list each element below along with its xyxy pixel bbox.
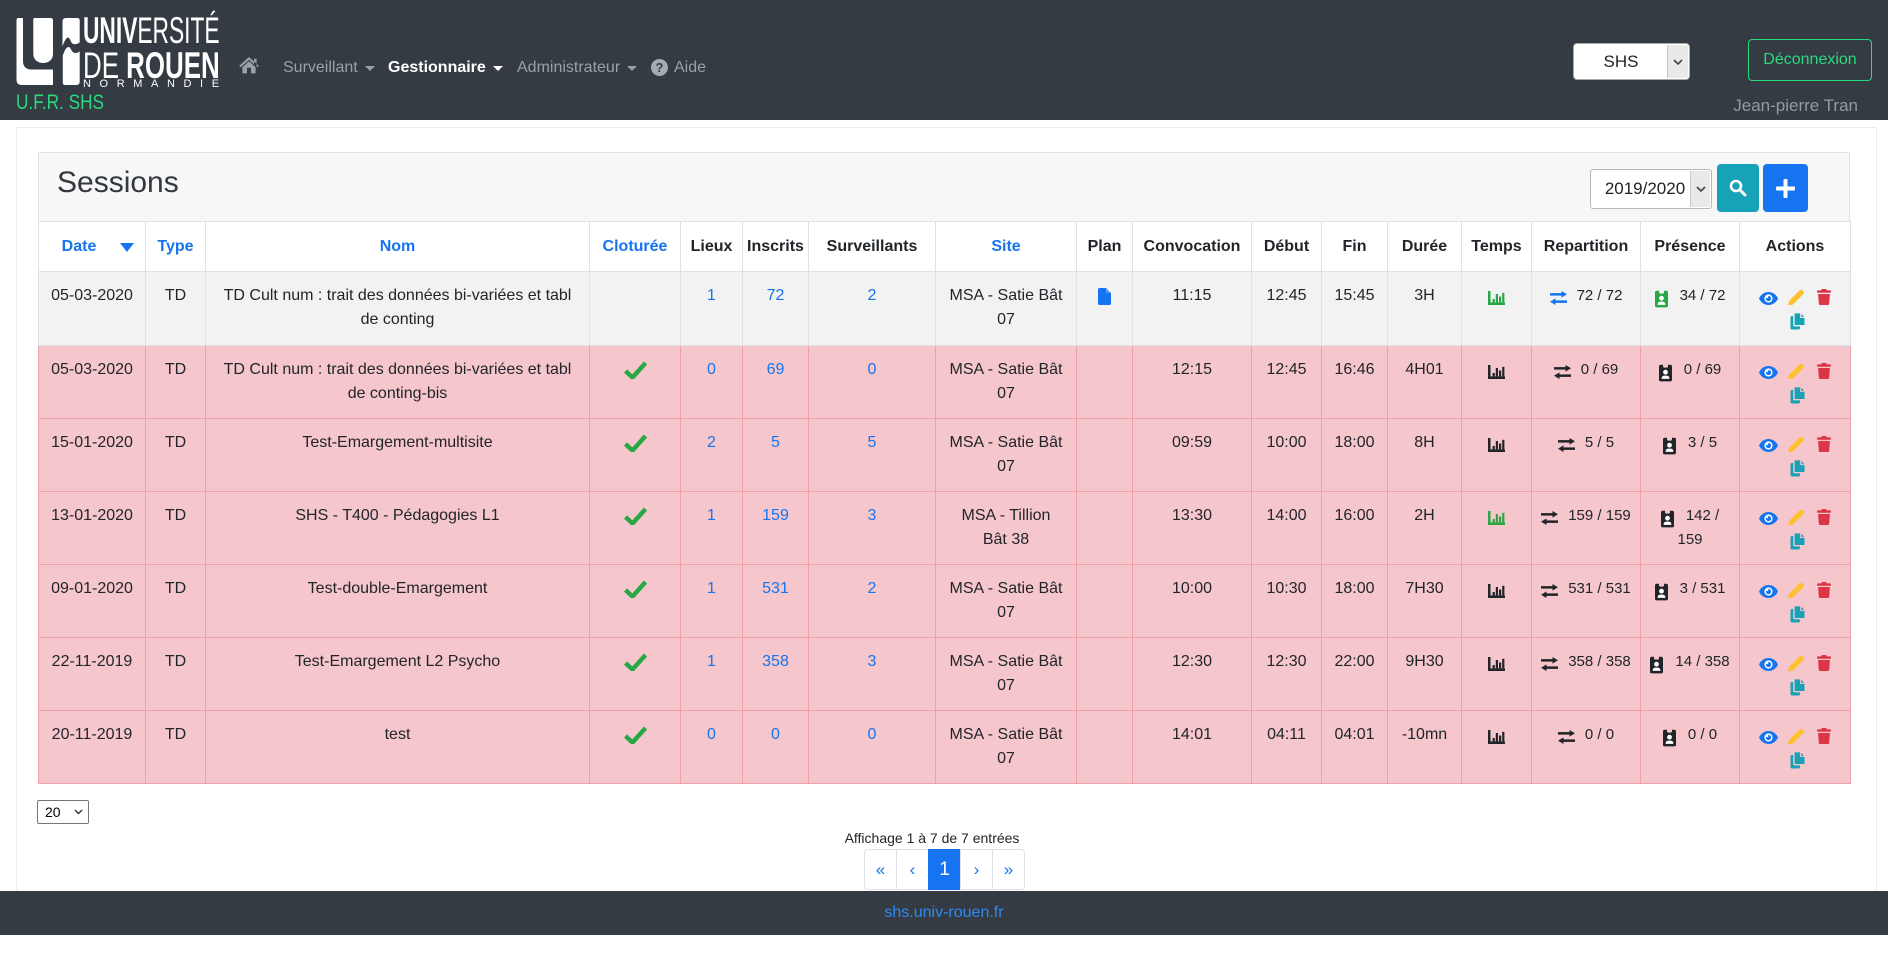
svg-text:?: ? [656,61,664,75]
